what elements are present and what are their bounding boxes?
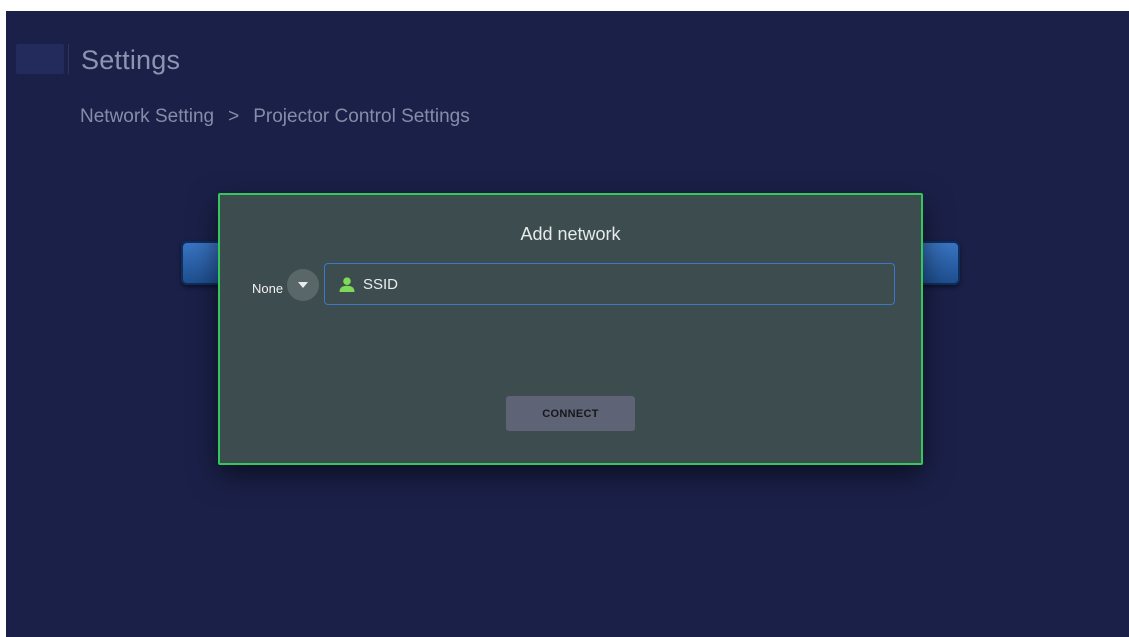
breadcrumb-item-projector-control: Projector Control Settings (253, 106, 470, 127)
add-network-dialog: Add network None SSID CONNECT (218, 193, 923, 465)
ssid-input[interactable]: SSID (324, 263, 895, 305)
breadcrumb-separator: > (228, 106, 240, 127)
connect-button[interactable]: CONNECT (506, 396, 635, 431)
dialog-title: Add network (520, 224, 621, 244)
page-title: Settings (81, 45, 181, 75)
breadcrumb: Network Setting > Projector Control Sett… (80, 106, 470, 128)
ssid-input-value: SSID (363, 275, 399, 293)
background-button-right (918, 241, 960, 285)
title-divider (68, 44, 69, 74)
settings-screen: Settings Network Setting > Projector Con… (6, 11, 1129, 637)
person-icon (339, 276, 355, 292)
app-logo (16, 44, 64, 74)
security-selected-value[interactable]: None (252, 281, 283, 296)
background-button-left (181, 241, 223, 285)
security-dropdown-button[interactable] (287, 269, 319, 301)
breadcrumb-item-network-setting[interactable]: Network Setting (80, 106, 214, 128)
chevron-down-icon (298, 282, 308, 288)
